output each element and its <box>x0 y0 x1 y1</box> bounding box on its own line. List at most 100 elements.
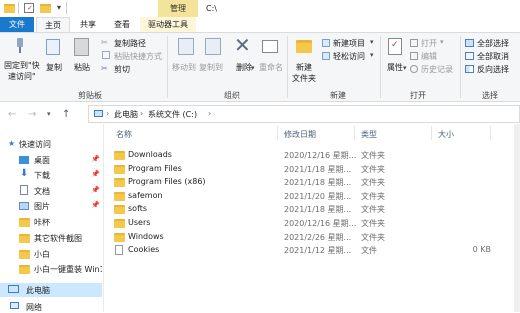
up-icon[interactable]: ↑ <box>62 109 70 120</box>
folder-icon <box>114 219 125 228</box>
open-dropdown-icon[interactable]: ▾ <box>440 38 444 46</box>
file-modified: 2021/1/18 星期... <box>284 178 352 187</box>
invert-selection-button[interactable]: 反向选择 <box>477 64 509 75</box>
back-icon[interactable]: ← <box>8 109 16 120</box>
nav-item-downloads[interactable]: 下载 <box>34 170 50 181</box>
nav-item-folder[interactable]: 小白 <box>34 249 50 260</box>
group-open-label: 打开 <box>410 91 426 100</box>
properties-icon: ✓ <box>388 38 402 55</box>
select-none-icon <box>465 52 474 60</box>
tab-drive-tools[interactable]: 驱动器工具 <box>140 17 196 32</box>
file-row[interactable]: Program Files (x86) 2021/1/18 星期... 文件夹 <box>110 175 520 189</box>
paste-icon <box>74 38 89 56</box>
file-type: 文件 <box>361 246 377 255</box>
file-row[interactable]: safemon 2021/1/20 星期... 文件夹 <box>110 189 520 203</box>
tab-share[interactable]: 共享 <box>72 17 104 32</box>
nav-item-documents[interactable]: 文档 <box>34 186 50 197</box>
nav-network[interactable]: 网络 <box>26 302 42 313</box>
new-folder-label-1[interactable]: 新建 <box>296 62 312 73</box>
nav-quick-access[interactable]: 快速访问 <box>19 139 51 150</box>
file-row[interactable]: Users 2020/12/16 星期... 文件夹 <box>110 216 520 230</box>
column-header-name[interactable]: 名称 <box>116 129 132 140</box>
delete-dropdown-icon[interactable]: ▾ <box>251 64 255 72</box>
cut-button[interactable]: 剪切 <box>114 64 130 75</box>
pane-divider[interactable] <box>103 124 104 312</box>
paste-shortcut-button[interactable]: 粘贴快捷方式 <box>114 51 162 62</box>
forward-icon[interactable]: → <box>28 109 36 120</box>
tab-view[interactable]: 查看 <box>106 17 138 32</box>
nav-item-folder[interactable]: 其它软件截图 <box>34 233 82 244</box>
move-to-button[interactable]: 移动到 <box>172 62 196 73</box>
file-row[interactable]: softs 2021/1/18 星期... 文件夹 <box>110 202 520 216</box>
file-name: Cookies <box>128 245 160 254</box>
desktop-icon <box>19 156 29 164</box>
history-button[interactable]: 历史记录 <box>421 64 453 75</box>
column-divider[interactable] <box>431 126 432 140</box>
breadcrumb-separator-icon: › <box>208 109 212 118</box>
new-item-dropdown-icon[interactable]: ▾ <box>370 38 374 46</box>
file-type: 文件夹 <box>361 151 385 160</box>
file-row[interactable]: Program Files 2021/1/18 星期... 文件夹 <box>110 162 520 176</box>
easy-access-button[interactable]: 轻松访问 <box>333 51 365 62</box>
column-divider[interactable] <box>490 126 491 140</box>
group-separator <box>380 36 381 98</box>
copy-to-button[interactable]: 复制到 <box>199 62 223 73</box>
nav-item-pictures[interactable]: 图片 <box>34 201 50 212</box>
manage-context-label: 管理 <box>158 0 198 17</box>
new-item-button[interactable]: 新建项目 <box>333 38 365 49</box>
breadcrumb-this-pc[interactable]: 此电脑 <box>114 109 138 120</box>
open-icon <box>410 39 418 47</box>
new-folder-label-2[interactable]: 文件夹 <box>292 73 316 84</box>
file-type: 文件夹 <box>361 178 385 187</box>
column-divider[interactable] <box>354 126 355 140</box>
tab-file[interactable]: 文件 <box>0 17 34 32</box>
paste-button[interactable]: 粘贴 <box>74 62 90 73</box>
recent-dropdown-icon[interactable]: ▾ <box>47 110 51 118</box>
pin-icon: 📌 <box>91 186 100 194</box>
scissors-icon: ✂ <box>101 64 108 73</box>
pin-quick-access-label-2[interactable]: 速访问" <box>8 71 36 82</box>
easy-access-dropdown-icon[interactable]: ▾ <box>370 51 374 59</box>
copy-button[interactable]: 复制 <box>46 62 62 73</box>
pin-icon: 📌 <box>91 201 100 209</box>
edit-icon <box>410 52 418 60</box>
file-row[interactable]: Windows 2021/2/26 星期... 文件夹 <box>110 230 520 244</box>
breadcrumb-drive[interactable]: 系统文件 (C:) <box>148 109 197 120</box>
invert-selection-icon <box>465 65 474 73</box>
properties-dropdown-icon[interactable]: ▾ <box>403 64 407 72</box>
select-all-icon <box>465 39 474 47</box>
file-row[interactable]: Downloads 2020/12/16 星期... 文件夹 <box>110 148 520 162</box>
new-folder-icon[interactable] <box>40 4 51 13</box>
rename-button[interactable]: 重命名 <box>259 62 283 73</box>
title-bar <box>0 0 520 17</box>
breadcrumb-separator-icon: › <box>106 109 110 118</box>
folder-icon <box>19 265 30 274</box>
select-all-button[interactable]: 全部选择 <box>477 38 509 49</box>
nav-this-pc[interactable]: 此电脑 <box>26 285 50 296</box>
nav-item-folder[interactable]: 咔杯 <box>34 217 50 228</box>
folder-icon <box>114 192 125 201</box>
column-header-size[interactable]: 大小 <box>438 129 454 140</box>
nav-item-desktop[interactable]: 桌面 <box>34 155 50 166</box>
edit-button[interactable]: 编辑 <box>421 51 437 62</box>
pin-quick-access-label-1[interactable]: 固定到"快 <box>4 60 40 71</box>
file-type: 文件夹 <box>361 205 385 214</box>
properties-icon[interactable]: ✓ <box>24 3 34 13</box>
column-divider[interactable] <box>277 126 278 140</box>
copy-path-button[interactable]: 复制路径 <box>114 38 146 49</box>
nav-item-folder[interactable]: 小白一键重装 Win1 <box>34 264 102 275</box>
column-header-modified[interactable]: 修改日期 <box>284 129 316 140</box>
tab-home[interactable]: 主页 <box>36 17 70 32</box>
delete-button[interactable]: 删除 <box>236 62 252 73</box>
properties-button[interactable]: 属性 <box>387 62 403 73</box>
qat-dropdown-icon[interactable]: ▾ <box>57 3 61 12</box>
vertical-scrollbar[interactable] <box>514 124 520 312</box>
folder-icon <box>114 165 125 174</box>
divider <box>66 2 67 14</box>
group-separator <box>167 36 168 98</box>
column-header-type[interactable]: 类型 <box>361 129 377 140</box>
paste-shortcut-icon <box>102 51 110 59</box>
open-button[interactable]: 打开 <box>421 38 437 49</box>
file-row[interactable]: Cookies 2021/1/12 星期... 文件 0 KB <box>110 243 520 257</box>
select-none-button[interactable]: 全部取消 <box>477 51 509 62</box>
